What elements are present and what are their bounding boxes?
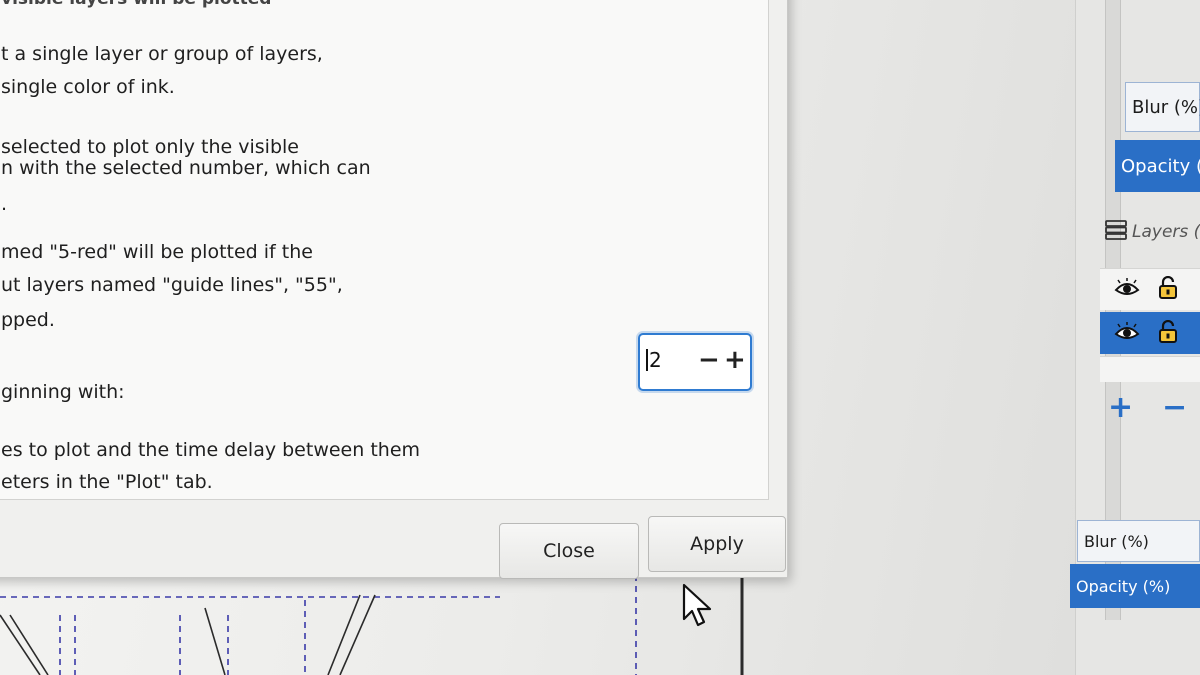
help-text-line: pped. — [1, 309, 55, 331]
decrement-button[interactable]: − — [698, 341, 720, 379]
help-text-line: selected to plot only the visible — [1, 136, 299, 158]
help-text-line: n with the selected number, which can — [1, 157, 371, 179]
help-text-line: t a single layer or group of layers, — [1, 43, 323, 65]
remove-layer-button[interactable]: − — [1162, 390, 1187, 425]
increment-button[interactable]: + — [724, 341, 746, 379]
opacity-slider-label-bottom[interactable]: Opacity (%) — [1070, 564, 1200, 608]
apply-button[interactable]: Apply — [648, 516, 786, 572]
eye-icon[interactable] — [1114, 321, 1140, 345]
help-text-line: med "5-red" will be plotted if the — [1, 241, 313, 263]
close-button[interactable]: Close — [499, 523, 639, 579]
tab-layers-label: Layers (S — [1132, 222, 1200, 242]
add-layer-button[interactable]: + — [1108, 390, 1133, 425]
eye-icon[interactable] — [1114, 278, 1140, 301]
blur-slider-label[interactable]: Blur (%) — [1125, 82, 1200, 132]
help-text-line: eters in the "Plot" tab. — [1, 471, 213, 493]
blur-slider-label-bottom[interactable]: Blur (%) — [1077, 520, 1200, 562]
lock-open-icon[interactable] — [1158, 275, 1178, 303]
help-text-line: ginning with: — [1, 381, 125, 403]
lock-open-icon[interactable] — [1158, 319, 1178, 347]
help-text-line: single color of ink. — [1, 76, 175, 98]
layer-number-input[interactable]: 2 — [646, 349, 662, 371]
layer-row[interactable] — [1100, 268, 1200, 310]
layer-number-stepper[interactable]: 2 − + — [638, 333, 752, 391]
help-text-line: es to plot and the time delay between th… — [1, 439, 421, 461]
layers-help-dialog: visible layers will be plotted t a singl… — [0, 0, 788, 579]
tab-layers[interactable]: Layers (S — [1098, 215, 1200, 249]
help-text-line: visible layers will be plotted — [1, 0, 271, 9]
layer-row-selected[interactable] — [1100, 312, 1200, 354]
opacity-slider-label[interactable]: Opacity ( — [1115, 140, 1200, 192]
help-text-line: . — [1, 193, 8, 215]
layer-list-empty-area — [1100, 356, 1200, 382]
help-text-line: ut layers named "guide lines", "55", — [1, 274, 343, 296]
mouse-pointer-icon — [682, 583, 712, 627]
dialog-help-area: visible layers will be plotted t a singl… — [0, 0, 769, 500]
layers-stack-icon — [1104, 219, 1130, 245]
